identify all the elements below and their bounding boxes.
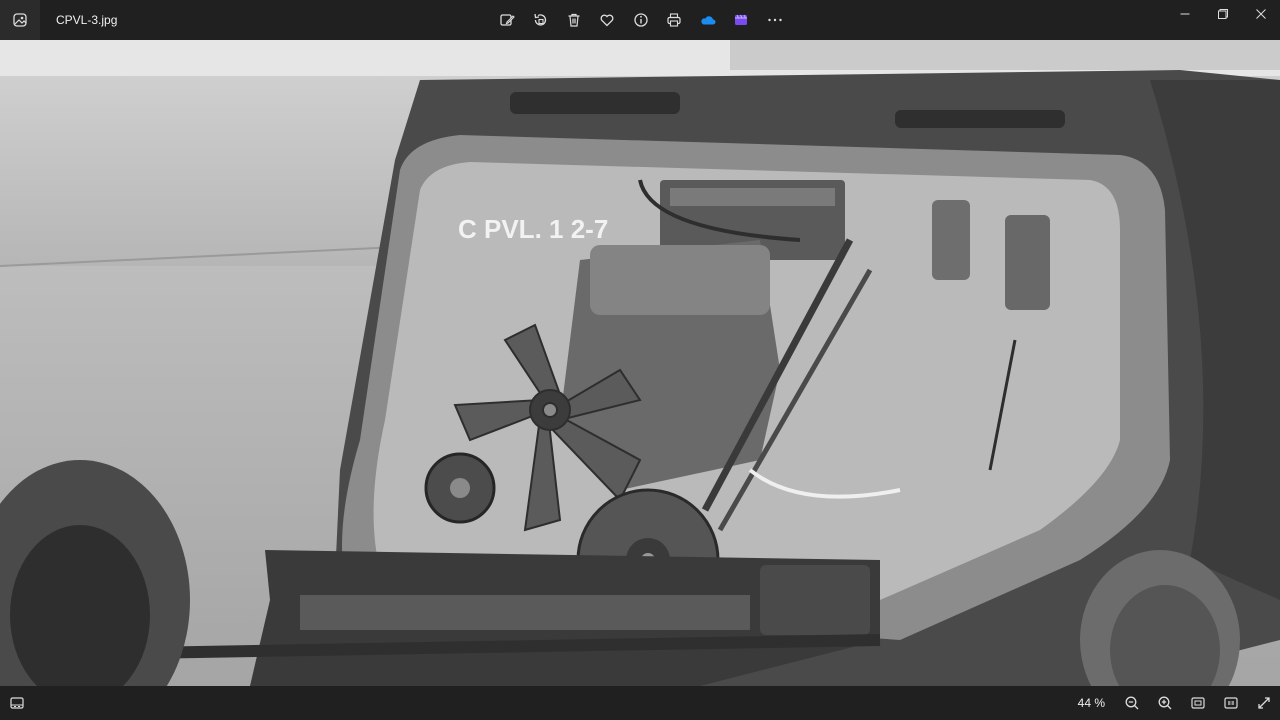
photos-app-icon (13, 13, 27, 27)
zoom-in-icon (1158, 696, 1171, 710)
rotate-icon (534, 13, 547, 26)
minimize-button[interactable] (1166, 0, 1204, 28)
onedrive-cloud-icon (701, 16, 716, 25)
restore-icon (1218, 9, 1228, 19)
maximize-button[interactable] (1204, 0, 1242, 28)
expand-icon (1257, 697, 1270, 709)
window-controls (1166, 0, 1280, 40)
filmstrip-toggle-button[interactable] (0, 686, 33, 720)
close-icon (1256, 9, 1266, 19)
print-button[interactable] (658, 0, 692, 40)
close-button[interactable] (1242, 0, 1280, 28)
engine-bay-photo: C PVL. 1 2-7 (0, 40, 1280, 686)
edit-image-button[interactable] (490, 0, 524, 40)
delete-icon (568, 13, 580, 27)
zoom-level[interactable]: 44 % (1078, 696, 1105, 710)
zoom-out-icon (1125, 696, 1138, 710)
delete-button[interactable] (557, 0, 591, 40)
actual-size-icon (1223, 697, 1238, 709)
clipchamp-icon (735, 14, 748, 25)
file-info-icon (634, 13, 648, 27)
clipchamp-button[interactable] (725, 0, 759, 40)
title-bar: CPVL-3.jpg (0, 0, 1280, 40)
rotate-button[interactable] (524, 0, 558, 40)
status-bar: 44 % (0, 686, 1280, 720)
print-icon (667, 13, 681, 27)
fit-window-icon (1190, 697, 1205, 709)
more-options-icon (768, 18, 782, 22)
minimize-icon (1180, 13, 1190, 15)
edit-image-icon (500, 14, 515, 26)
image-viewer[interactable]: C PVL. 1 2-7 (0, 40, 1280, 686)
painted-registration-text: C PVL. 1 2-7 (458, 214, 608, 244)
onedrive-button[interactable] (691, 0, 725, 40)
favorite-button[interactable] (591, 0, 625, 40)
fit-to-window-button[interactable] (1181, 686, 1214, 720)
more-options-button[interactable] (758, 0, 792, 40)
toolbar (490, 0, 792, 40)
zoom-out-button[interactable] (1115, 686, 1148, 720)
full-screen-button[interactable] (1247, 686, 1280, 720)
file-name: CPVL-3.jpg (56, 13, 118, 27)
zoom-in-button[interactable] (1148, 686, 1181, 720)
filmstrip-icon (9, 697, 24, 709)
favorite-heart-icon (600, 14, 614, 27)
app-icon-button[interactable] (0, 0, 40, 40)
file-info-button[interactable] (624, 0, 658, 40)
actual-size-button[interactable] (1214, 686, 1247, 720)
